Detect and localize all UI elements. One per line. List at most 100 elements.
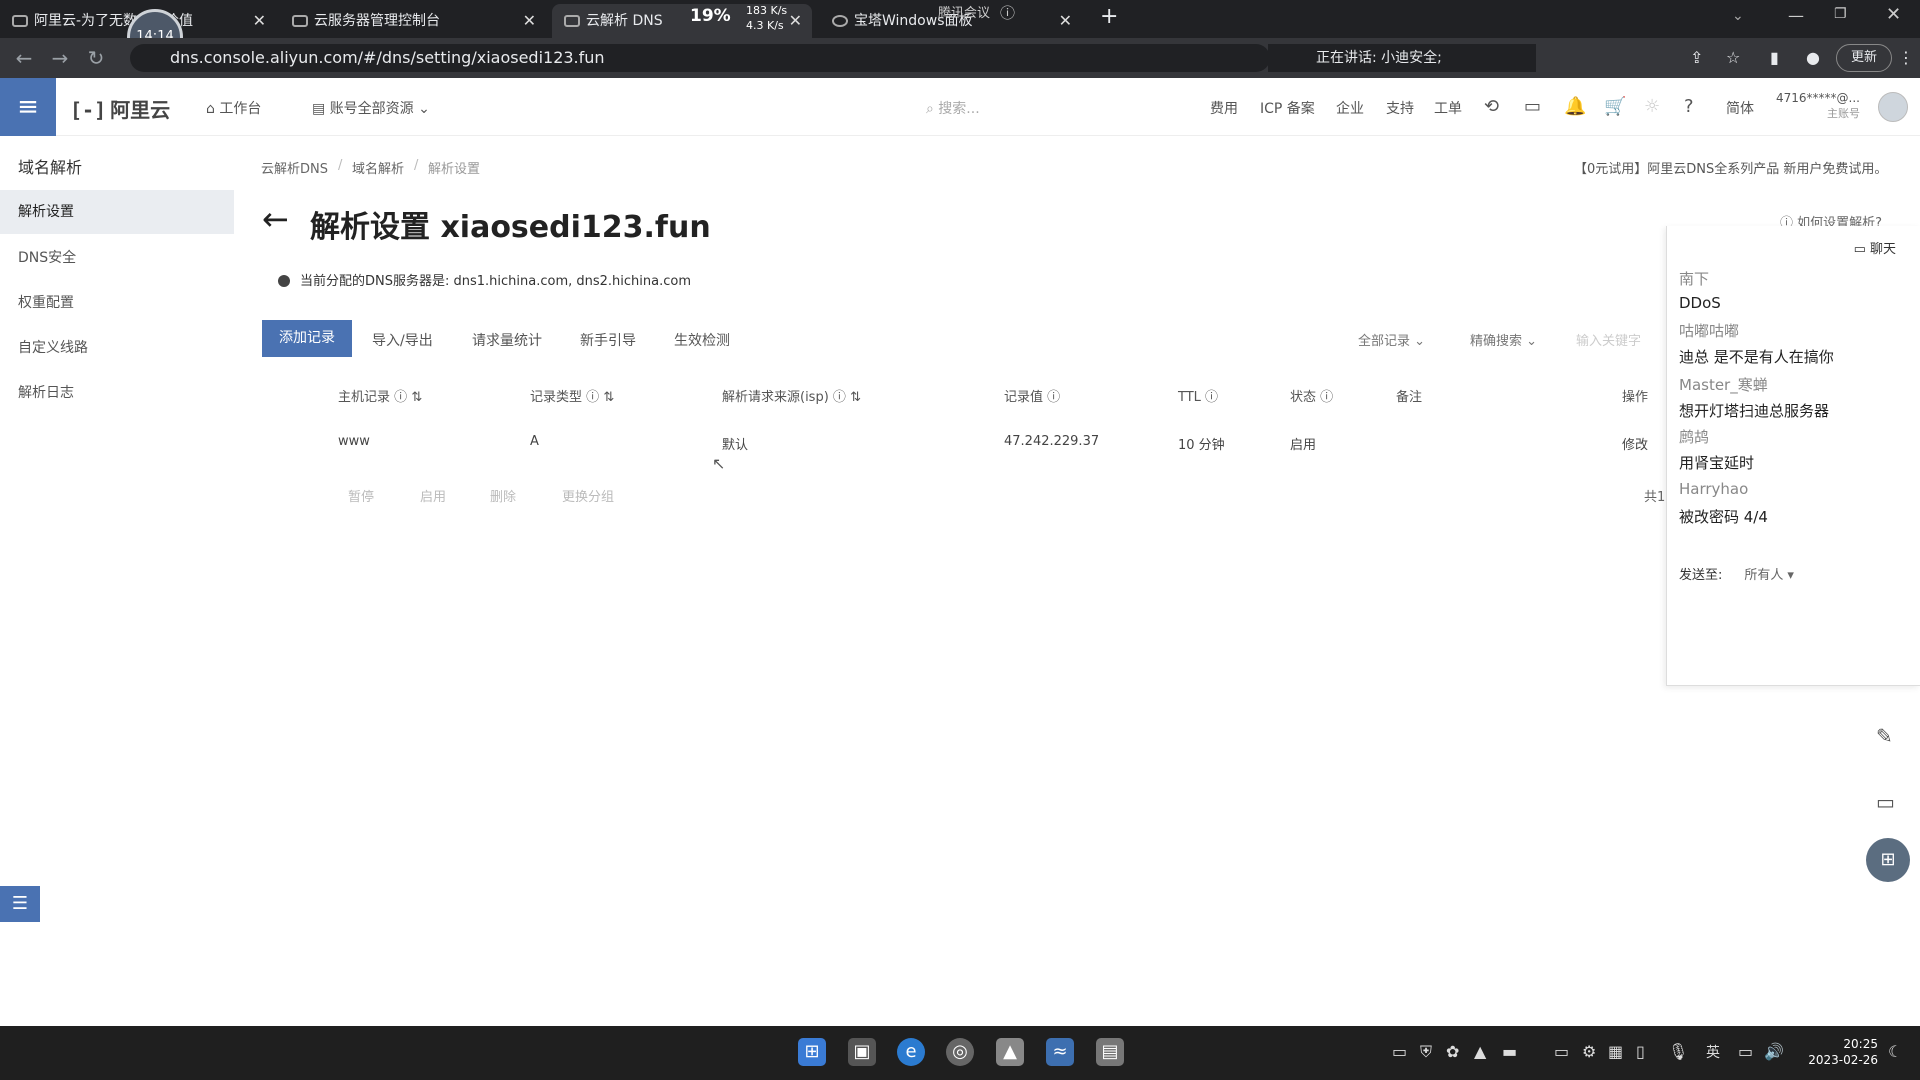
list-menu-icon[interactable]: ☰	[0, 886, 40, 922]
share-icon[interactable]: ⇪	[1690, 48, 1703, 67]
sort-icon[interactable]: ⇅	[850, 390, 861, 405]
nav-link-enterprise[interactable]: 企业	[1336, 98, 1364, 118]
chat-message-input[interactable]	[1679, 596, 1907, 666]
start-windows-icon[interactable]: ⊞	[798, 1038, 826, 1066]
tray-app-icon[interactable]: ✿	[1446, 1042, 1459, 1061]
restore-icon[interactable]: ❐	[1834, 6, 1847, 22]
tray-app-icon[interactable]: ⚙	[1582, 1042, 1596, 1061]
nav-link-ticket[interactable]: 工单	[1434, 98, 1462, 118]
hamburger-menu-icon[interactable]: ≡	[0, 78, 56, 136]
minimize-icon[interactable]: —	[1788, 6, 1804, 25]
workbench-label: 工作台	[219, 101, 262, 117]
tab-ecs-console[interactable]: 云服务器管理控制台 ✕	[280, 4, 546, 38]
battery-icon: ▯	[1636, 1042, 1645, 1061]
breadcrumb-domain[interactable]: 域名解析	[352, 158, 404, 177]
cart-icon[interactable]: 🛒	[1604, 96, 1626, 117]
url-input[interactable]: dns.console.aliyun.com/#/dns/setting/xia…	[130, 44, 1270, 72]
batch-pause-button[interactable]: 暂停	[348, 486, 374, 505]
taskbar-clock[interactable]: 20:25 2023-02-26	[1798, 1036, 1878, 1068]
more-menu-icon[interactable]: ⋮	[1898, 48, 1914, 67]
keyword-input[interactable]: 输入关键字	[1576, 330, 1641, 349]
breadcrumb-cloud-dns[interactable]: 云解析DNS	[261, 158, 328, 177]
close-tab-icon[interactable]: ✕	[1059, 4, 1072, 38]
effect-check-button[interactable]: 生效检测	[674, 330, 730, 350]
meeting-app-icon[interactable]: ≈	[1046, 1038, 1074, 1066]
sidebar-item-dns-security[interactable]: DNS安全	[0, 236, 234, 280]
notification-bell-icon[interactable]: 🔔	[1564, 96, 1586, 117]
language-switch[interactable]: 简体	[1726, 98, 1754, 118]
sidebar-item-weight[interactable]: 权重配置	[0, 281, 234, 325]
promo-banner[interactable]: 【0元试用】阿里云DNS全系列产品 新用户免费试用。	[1574, 158, 1887, 177]
feedback-icon[interactable]: ▭	[1876, 790, 1895, 814]
nav-link-support[interactable]: 支持	[1386, 98, 1414, 118]
sidebar-item-dns-settings[interactable]: 解析设置	[0, 190, 234, 234]
tab-search-icon[interactable]: ⌄	[1732, 8, 1744, 24]
chat-message: 用肾宝延时	[1679, 454, 1755, 472]
batch-change-group-button[interactable]: 更换分组	[562, 486, 614, 505]
lightbulb-icon[interactable]: ☼	[1644, 96, 1660, 117]
nav-link-billing[interactable]: 费用	[1210, 98, 1238, 118]
back-icon[interactable]: ←	[12, 46, 36, 70]
close-window-icon[interactable]: ✕	[1886, 4, 1901, 25]
edit-pen-icon[interactable]: ✎	[1876, 724, 1893, 748]
volume-icon[interactable]: 🔊	[1764, 1042, 1784, 1061]
search-mode-select[interactable]: 精确搜索 ⌄	[1470, 330, 1537, 349]
tray-app-icon[interactable]: ▦	[1608, 1042, 1623, 1061]
close-tab-icon[interactable]: ✕	[789, 4, 802, 38]
cloudshell-icon[interactable]: ⟲	[1484, 96, 1499, 117]
windows-taskbar: ⊞ ▣ e ◎ ▲ ≈ ▤ ▭ ⛨ ✿ ▲ ▬ ▭ ⚙ ▦ ▯ 🎙 英 ▭ 🔊 …	[0, 1026, 1920, 1080]
close-tab-icon[interactable]: ✕	[253, 4, 266, 38]
network-icon[interactable]: ▭	[1738, 1042, 1753, 1061]
request-stats-button[interactable]: 请求量统计	[472, 330, 542, 350]
nav-link-icp[interactable]: ICP 备案	[1260, 98, 1315, 118]
close-tab-icon[interactable]: ✕	[523, 4, 536, 38]
import-export-button[interactable]: 导入/导出	[372, 330, 433, 350]
account-info[interactable]: 4716*****@... 主账号	[1776, 90, 1860, 122]
col-header-host[interactable]: 主机记录 ⓘ ⇅	[338, 386, 422, 405]
sidebar-item-custom-line[interactable]: 自定义线路	[0, 326, 234, 370]
forward-icon[interactable]: →	[48, 46, 72, 70]
back-arrow-icon[interactable]: ←	[262, 200, 289, 238]
ime-indicator[interactable]: 英	[1706, 1042, 1720, 1062]
guide-button[interactable]: 新手引导	[580, 330, 636, 350]
help-icon[interactable]: ?	[1684, 96, 1694, 117]
resources-dropdown[interactable]: ▤ 账号全部资源 ⌄	[312, 98, 430, 118]
sort-icon[interactable]: ⇅	[603, 390, 614, 405]
tray-app-icon[interactable]: ▭	[1392, 1042, 1407, 1061]
add-record-button[interactable]: 添加记录	[262, 320, 352, 357]
bookmark-star-icon[interactable]: ☆	[1726, 48, 1740, 67]
sidepanel-icon[interactable]: ▮	[1770, 48, 1779, 67]
update-button[interactable]: 更新	[1836, 44, 1892, 72]
apps-grid-icon[interactable]: ⊞	[1866, 838, 1910, 882]
edge-browser-icon[interactable]: e	[897, 1038, 925, 1066]
tray-app-icon[interactable]: ▬	[1502, 1042, 1517, 1061]
chrome-browser-icon[interactable]: ◎	[946, 1038, 974, 1066]
sidebar-item-log[interactable]: 解析日志	[0, 371, 234, 415]
batch-delete-button[interactable]: 删除	[490, 486, 516, 505]
new-tab-button[interactable]: +	[1100, 4, 1118, 29]
tray-app-icon[interactable]: ▭	[1554, 1042, 1569, 1061]
profile-icon[interactable]: ●	[1806, 48, 1820, 67]
col-header-isp[interactable]: 解析请求来源(isp) ⓘ ⇅	[722, 386, 861, 405]
avatar[interactable]	[1878, 92, 1908, 122]
cell-isp: 默认	[722, 438, 749, 453]
shield-icon[interactable]: ⛨	[1420, 1042, 1432, 1062]
file-explorer-icon[interactable]: ▣	[848, 1038, 876, 1066]
terminal-app-icon[interactable]: ▤	[1096, 1038, 1124, 1066]
reload-icon[interactable]: ↻	[84, 46, 108, 70]
chat-message: 被改密码 4/4	[1679, 508, 1768, 526]
app-icon[interactable]: ▲	[996, 1038, 1024, 1066]
aliyun-logo[interactable]: [-] 阿里云	[70, 94, 170, 123]
global-search[interactable]: ⌕ 搜索...	[926, 98, 980, 118]
terminal-icon[interactable]: ▭	[1524, 96, 1541, 117]
edit-record-link[interactable]: 修改	[1622, 434, 1648, 453]
send-to-selector[interactable]: 发送至: 所有人 ▾	[1679, 564, 1794, 583]
record-filter-select[interactable]: 全部记录 ⌄	[1358, 330, 1425, 349]
col-header-type[interactable]: 记录类型 ⓘ ⇅	[530, 386, 614, 405]
workbench-link[interactable]: ⌂ 工作台	[206, 98, 261, 118]
batch-enable-button[interactable]: 启用	[420, 486, 446, 505]
sort-icon[interactable]: ⇅	[411, 390, 422, 405]
notification-moon-icon[interactable]: ☾	[1888, 1042, 1902, 1061]
tray-app-icon[interactable]: ▲	[1474, 1042, 1486, 1061]
microphone-icon[interactable]: 🎙	[1668, 1042, 1688, 1061]
